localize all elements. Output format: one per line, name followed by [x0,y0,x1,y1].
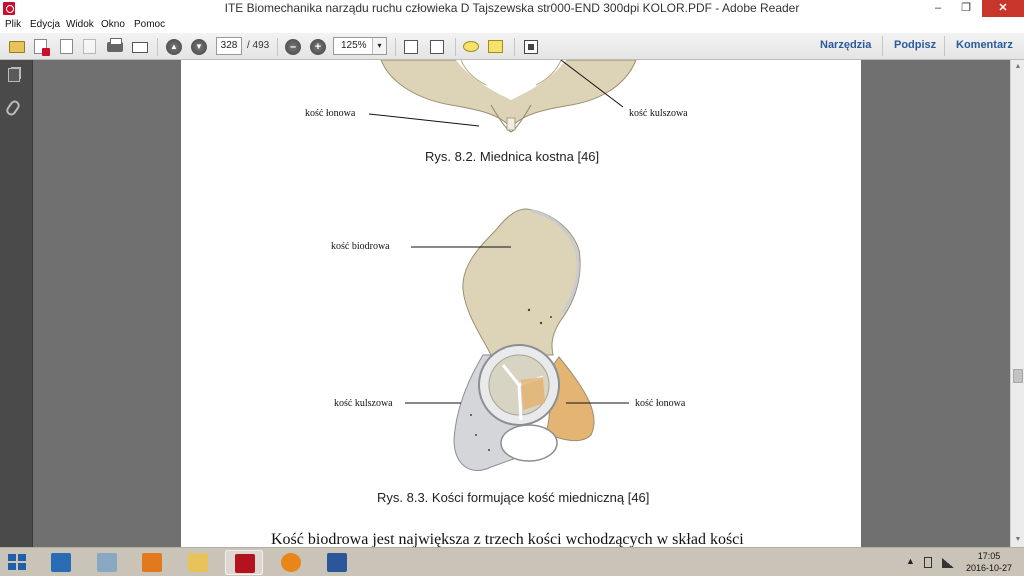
pdf-page: kość łonowa kość kulszowa Rys. 8.2. Mied… [181,60,861,547]
close-button[interactable]: ✕ [982,0,1024,17]
menu-help[interactable]: Pomoc [134,19,165,30]
scroll-down-icon[interactable]: ▼ [1013,535,1023,545]
comment-link[interactable]: Komentarz [956,39,1013,51]
toolbar-separator [944,36,945,56]
taskbar-word[interactable] [318,550,356,575]
toolbar-separator [514,38,515,56]
document-area[interactable]: kość łonowa kość kulszowa Rys. 8.2. Mied… [33,60,1010,547]
fit-page-button[interactable] [401,37,421,57]
settings-app-icon [281,553,301,572]
clock-time: 17:05 [977,551,1001,561]
tray-expand-icon[interactable]: ▲ [906,556,915,566]
print-button[interactable] [105,37,125,57]
taskbar-settings-app[interactable] [272,550,310,575]
maximize-button[interactable]: ❐ [952,0,980,17]
fit-width-icon [430,40,444,54]
fig2-leader-lines [405,246,629,404]
title-bar: ITE Biomechanika narządu ruchu człowieka… [0,0,1024,17]
attachments-icon[interactable] [4,98,22,118]
open-button[interactable] [31,37,51,57]
taskbar-folder[interactable] [179,550,217,575]
toolbar-separator [277,38,278,56]
edit-button[interactable] [57,37,77,57]
fig2-label-top: kość biodrowa [331,241,390,252]
open-icon [34,39,50,56]
word-icon [327,553,347,572]
minimize-button[interactable]: – [924,0,952,17]
create-button[interactable] [7,37,27,57]
print-icon [107,38,123,52]
adobe-reader-icon [235,554,255,573]
create-icon [9,41,25,53]
zoom-value: 125% [341,40,367,51]
taskbar-adobe-reader[interactable] [225,550,263,575]
sign-link[interactable]: Podpisz [894,39,936,51]
zoom-out-button[interactable]: – [283,37,303,57]
file-explorer-icon [97,553,117,572]
full-screen-icon [524,40,538,54]
chevron-down-icon[interactable]: ▾ [372,38,386,54]
page-number-input[interactable]: 328 [216,37,242,55]
previous-page-button[interactable]: ▲ [164,37,184,57]
folder-icon [188,553,208,572]
figure-caption: Rys. 8.3. Kości formujące kość miedniczn… [377,490,650,505]
highlight-button[interactable] [486,37,506,57]
email-icon [132,42,148,53]
signal-icon[interactable] [942,558,954,568]
network-app-icon [51,553,71,572]
email-button[interactable] [130,37,150,57]
navigation-panel [0,60,33,547]
menu-bar: Plik Edycja Widok Okno Pomoc [0,17,1024,33]
next-page-button[interactable]: ▼ [189,37,209,57]
clock-date: 2016-10-27 [965,563,1012,573]
menu-window[interactable]: Okno [101,19,125,30]
taskbar-network-app[interactable] [42,550,80,575]
comment-button[interactable] [461,37,481,57]
tools-link[interactable]: Narzędzia [820,39,871,51]
zoom-out-icon: – [285,39,301,55]
fit-width-button[interactable] [427,37,447,57]
vertical-scrollbar[interactable]: ▲ ▼ [1010,60,1024,547]
menu-file[interactable]: Plik [5,19,21,30]
taskbar: ▲ 17:05 2016-10-27 [0,547,1024,576]
toolbar-separator [157,38,158,56]
zoom-in-icon: + [310,39,326,55]
menu-view[interactable]: Widok [66,19,94,30]
next-page-icon: ▼ [191,39,207,55]
fit-page-icon [404,40,418,54]
toolbar-separator [882,36,883,56]
media-player-icon [142,553,162,572]
fig2-label-right: kość łonowa [635,398,686,409]
window-title: ITE Biomechanika narządu ruchu człowieka… [224,1,800,15]
comment-icon [463,41,479,52]
start-icon[interactable] [8,554,26,571]
full-screen-button[interactable] [521,37,541,57]
zoom-in-button[interactable]: + [308,37,328,57]
save-button[interactable] [80,37,100,57]
previous-page-icon: ▲ [166,39,182,55]
save-icon [83,39,96,54]
page-thumbnails-icon[interactable] [8,68,20,82]
zoom-select[interactable]: 125% ▾ [333,37,387,55]
battery-icon[interactable] [924,557,932,568]
edit-icon [60,39,73,54]
taskbar-media-player[interactable] [133,550,171,575]
toolbar-separator [455,38,456,56]
toolbar-separator [395,38,396,56]
menu-edit[interactable]: Edycja [30,19,60,30]
scroll-up-icon[interactable]: ▲ [1013,62,1023,72]
taskbar-file-explorer[interactable] [88,550,126,575]
page-total: / 493 [247,40,270,51]
scrollbar-thumb[interactable] [1013,369,1023,383]
highlight-icon [488,40,503,53]
body-text: Kość biodrowa jest największa z trzech k… [271,531,744,547]
fig2-label-left: kość kulszowa [334,398,393,409]
clock[interactable]: 17:05 2016-10-27 [966,550,1012,574]
